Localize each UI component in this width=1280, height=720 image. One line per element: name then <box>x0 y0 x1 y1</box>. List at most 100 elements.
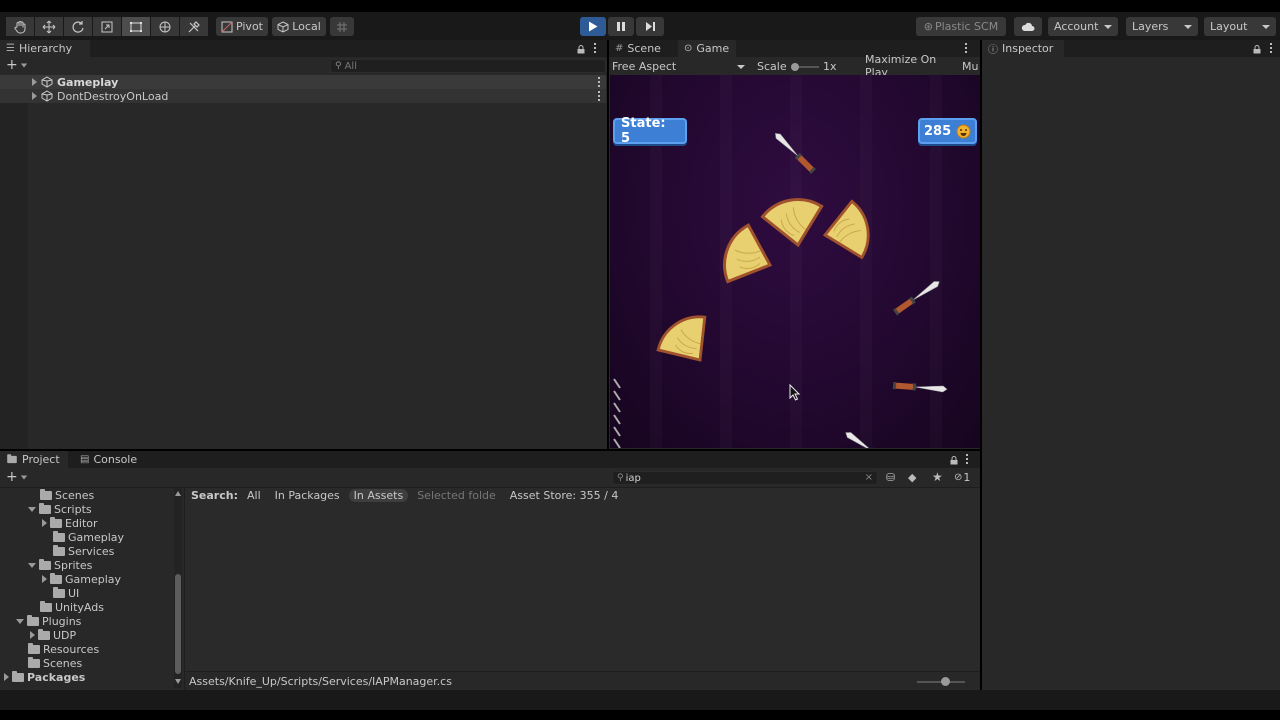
clear-search-icon[interactable]: × <box>865 472 873 483</box>
account-dropdown[interactable]: Account <box>1048 17 1118 36</box>
tree-item-ui[interactable]: UI <box>53 586 79 600</box>
expand-arrow-icon[interactable] <box>32 92 37 100</box>
cloud-button[interactable] <box>1014 17 1042 36</box>
expand-arrow-icon[interactable] <box>28 506 36 512</box>
pause-button[interactable] <box>608 17 634 36</box>
tree-item-sprites[interactable]: Sprites <box>28 558 92 572</box>
tree-item-udp[interactable]: UDP <box>30 628 76 642</box>
scale-label: Scale <box>757 60 787 73</box>
expand-arrow-icon[interactable] <box>42 575 47 583</box>
favorites-star-icon[interactable]: ★ <box>932 470 943 484</box>
tree-item-root-scenes[interactable]: Scenes <box>28 656 82 670</box>
search-scope-label: Search: <box>191 488 238 502</box>
plastic-scm-button[interactable]: ⊛ Plastic SCM <box>916 17 1006 36</box>
tree-item-gameplay[interactable]: Gameplay <box>53 530 124 544</box>
scope-asset-store[interactable]: Asset Store: 355 / 4 <box>505 489 624 502</box>
search-by-label-icon[interactable]: ◆ <box>908 471 916 484</box>
create-dropdown[interactable]: + <box>6 58 28 72</box>
layers-dropdown[interactable]: Layers <box>1126 17 1198 36</box>
more-options-icon[interactable] <box>965 43 967 53</box>
tree-item-sprites-gameplay[interactable]: Gameplay <box>42 572 121 586</box>
custom-tools-icon[interactable] <box>180 17 208 36</box>
scale-tool-icon[interactable] <box>93 17 121 36</box>
move-tool-icon[interactable] <box>35 17 63 36</box>
hierarchy-row-dontdestroy[interactable]: DontDestroyOnLoad <box>0 89 606 103</box>
hand-tool-icon[interactable] <box>6 17 34 36</box>
scale-slider[interactable] <box>791 63 819 71</box>
tab-project[interactable]: Project <box>0 451 68 468</box>
tree-item-label: Gameplay <box>68 530 125 544</box>
hierarchy-row-gameplay[interactable]: Gameplay <box>0 75 606 89</box>
hidden-count: 1 <box>963 471 971 484</box>
lock-icon[interactable] <box>577 44 585 57</box>
scroll-down-icon[interactable] <box>175 679 181 684</box>
rotate-tool-icon[interactable] <box>64 17 92 36</box>
pivot-label: Pivot <box>235 20 263 33</box>
search-by-type-icon[interactable]: ⛁ <box>886 471 895 484</box>
search-scope-bar: Search: All In Packages In Assets Select… <box>185 488 981 502</box>
expand-arrow-icon[interactable] <box>32 78 37 86</box>
tree-item-scenes[interactable]: Scenes <box>40 488 94 502</box>
tab-hierarchy[interactable]: ☰ Hierarchy <box>0 40 90 57</box>
scale-slider-thumb[interactable] <box>791 63 799 71</box>
lock-icon[interactable] <box>1253 44 1261 57</box>
tree-item-unityads[interactable]: UnityAds <box>40 600 104 614</box>
tree-item-editor[interactable]: Editor <box>42 516 98 530</box>
local-toggle[interactable]: Local <box>272 17 326 36</box>
more-options-icon[interactable] <box>966 454 968 464</box>
layout-dropdown[interactable]: Layout <box>1204 17 1276 36</box>
folder-icon <box>38 628 50 640</box>
project-search-input[interactable]: ⚲ iap × <box>612 471 878 485</box>
create-asset-dropdown[interactable]: + <box>6 470 28 484</box>
expand-arrow-icon[interactable] <box>28 562 36 568</box>
expand-arrow-icon[interactable] <box>16 618 24 624</box>
grid-snap-button[interactable] <box>330 17 354 36</box>
play-button[interactable] <box>580 17 606 36</box>
folder-icon <box>53 544 65 556</box>
tree-item-packages[interactable]: Packages <box>4 670 85 684</box>
game-viewport[interactable]: State: 5 285 <box>610 75 980 448</box>
project-search-value: iap <box>625 472 641 484</box>
maximize-on-play-toggle[interactable]: Maximize On Play <box>859 53 959 79</box>
scope-selected-folder[interactable]: Selected folde <box>412 489 501 502</box>
remaining-knives <box>613 378 621 448</box>
tree-item-services[interactable]: Services <box>53 544 114 558</box>
tree-item-plugins[interactable]: Plugins <box>16 614 81 628</box>
expand-arrow-icon[interactable] <box>42 519 47 527</box>
expand-arrow-icon[interactable] <box>30 631 35 639</box>
expand-arrow-icon[interactable] <box>4 673 9 681</box>
hierarchy-search-input[interactable]: ⚲ All <box>330 59 606 73</box>
scroll-up-icon[interactable] <box>175 491 181 496</box>
scope-in-packages[interactable]: In Packages <box>270 489 345 502</box>
rect-tool-icon[interactable] <box>122 17 150 36</box>
lock-icon[interactable] <box>950 455 958 468</box>
bottom-letterbox <box>0 710 1280 720</box>
tree-item-label: Sprites <box>54 558 93 572</box>
tree-item-label: Scripts <box>54 502 92 516</box>
tab-game[interactable]: ⊙ Game <box>678 40 736 57</box>
tree-item-scripts[interactable]: Scripts <box>28 502 92 516</box>
step-button[interactable] <box>636 17 664 36</box>
tree-item-resources[interactable]: Resources <box>28 642 99 656</box>
mute-audio-toggle[interactable]: Mu <box>961 57 980 75</box>
more-options-icon[interactable] <box>594 43 596 53</box>
tab-scene[interactable]: # Scene <box>609 40 675 57</box>
more-options-icon[interactable] <box>598 91 600 101</box>
aspect-dropdown[interactable]: Free Aspect <box>612 59 749 74</box>
more-options-icon[interactable] <box>598 77 600 87</box>
more-options-icon[interactable] <box>1270 43 1272 53</box>
icon-size-slider-thumb[interactable] <box>941 677 950 686</box>
tab-console[interactable]: ▤ Console <box>74 451 144 468</box>
pivot-toggle[interactable]: Pivot <box>216 17 268 36</box>
scope-in-assets[interactable]: In Assets <box>348 488 409 502</box>
tree-scrollbar[interactable] <box>174 488 182 688</box>
icon-size-slider[interactable] <box>917 677 965 686</box>
hidden-packages-toggle[interactable]: ⊘ 1 <box>954 471 970 484</box>
scope-all[interactable]: All <box>242 489 266 502</box>
tab-inspector[interactable]: ⓘ Inspector <box>982 40 1064 57</box>
transform-tool-icon[interactable] <box>151 17 179 36</box>
unity-scene-icon <box>41 76 53 88</box>
project-results-area: Search: All In Packages In Assets Select… <box>184 488 980 671</box>
tree-item-label: Scenes <box>55 488 95 502</box>
scrollbar-thumb[interactable] <box>175 574 181 674</box>
